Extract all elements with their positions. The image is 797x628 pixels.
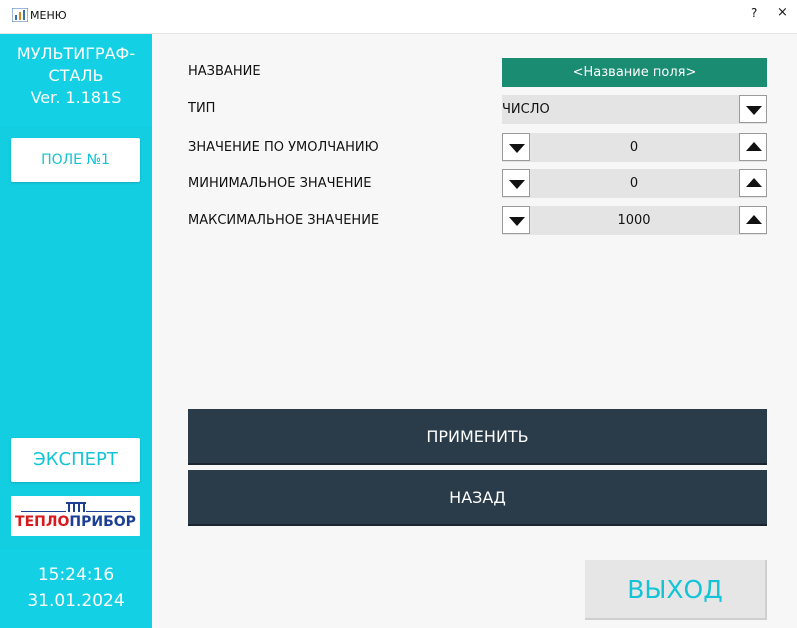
close-button[interactable]: × <box>777 5 788 20</box>
back-button[interactable]: НАЗАД <box>188 470 767 526</box>
name-label: НАЗВАНИЕ <box>188 64 261 79</box>
default-decrement-button[interactable] <box>502 133 530 161</box>
app-branding: МУЛЬТИГРАФ- СТАЛЬ Ver. 1.181S <box>0 34 152 127</box>
triangle-up-icon <box>746 142 762 151</box>
max-value-input[interactable]: 1000 <box>534 206 734 235</box>
triangle-up-icon <box>746 178 762 187</box>
field-card[interactable]: ПОЛЕ №1 <box>11 138 140 182</box>
default-value-label: ЗНАЧЕНИЕ ПО УМОЛЧАНИЮ <box>188 140 379 155</box>
min-value-stepper[interactable]: 0 <box>502 169 767 198</box>
type-label: ТИП <box>188 101 216 116</box>
app-window: МЕНЮ ? × МУЛЬТИГРАФ- СТАЛЬ Ver. 1.181S П… <box>0 0 797 628</box>
triangle-down-icon <box>509 180 525 189</box>
default-value-input[interactable]: 0 <box>534 133 734 162</box>
name-field[interactable]: <Название поля> <box>502 58 767 87</box>
window-title: МЕНЮ <box>30 9 67 22</box>
triangle-down-icon <box>509 217 525 226</box>
max-value-label: МАКСИМАЛЬНОЕ ЗНАЧЕНИЕ <box>188 213 380 228</box>
min-decrement-button[interactable] <box>502 169 530 197</box>
type-select[interactable]: ЧИСЛО <box>502 95 767 124</box>
max-increment-button[interactable] <box>739 206 767 234</box>
default-increment-button[interactable] <box>739 133 767 161</box>
min-value-input[interactable]: 0 <box>534 169 734 198</box>
type-value: ЧИСЛО <box>502 102 550 117</box>
min-increment-button[interactable] <box>739 169 767 197</box>
help-button[interactable]: ? <box>751 6 757 20</box>
expert-button[interactable]: ЭКСПЕРТ <box>11 438 140 482</box>
triangle-down-icon <box>746 106 762 115</box>
default-value-stepper[interactable]: 0 <box>502 133 767 162</box>
chart-icon <box>12 8 28 22</box>
exit-button[interactable]: ВЫХОД <box>585 560 767 620</box>
logo-emblem-icon <box>21 502 131 512</box>
clock: 15:24:16 31.01.2024 <box>0 549 152 628</box>
triangle-up-icon <box>746 215 762 224</box>
triangle-down-icon <box>509 144 525 153</box>
app-version: Ver. 1.181S <box>30 88 122 107</box>
min-value-label: МИНИМАЛЬНОЕ ЗНАЧЕНИЕ <box>188 176 372 191</box>
company-logo: ТЕПЛОПРИБОР <box>11 496 140 536</box>
apply-button[interactable]: ПРИМЕНИТЬ <box>188 409 767 465</box>
sidebar: МУЛЬТИГРАФ- СТАЛЬ Ver. 1.181S ПОЛЕ №1 ЭК… <box>0 34 152 628</box>
clock-date: 31.01.2024 <box>27 591 125 611</box>
max-decrement-button[interactable] <box>502 206 530 234</box>
clock-time: 15:24:16 <box>37 565 115 585</box>
title-bar: МЕНЮ ? × <box>0 0 797 34</box>
logo-wordmark: ТЕПЛОПРИБОР <box>15 514 136 530</box>
app-name-line1: МУЛЬТИГРАФ- <box>16 44 136 63</box>
max-value-stepper[interactable]: 1000 <box>502 206 767 235</box>
app-name-line2: СТАЛЬ <box>48 66 104 85</box>
type-dropdown-button[interactable] <box>739 95 767 123</box>
